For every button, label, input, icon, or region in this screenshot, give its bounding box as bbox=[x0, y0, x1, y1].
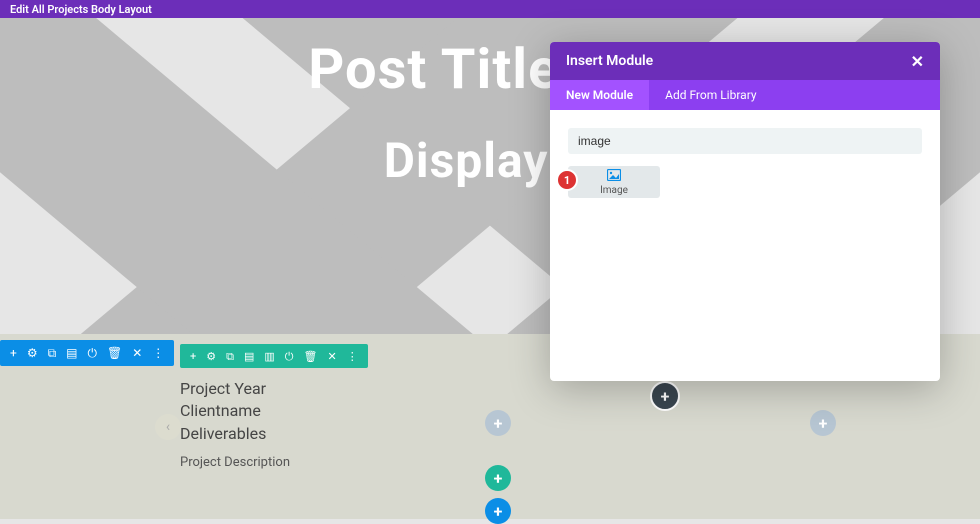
module-search-input[interactable] bbox=[568, 128, 922, 154]
module-result-image[interactable]: 1 Image bbox=[568, 166, 660, 198]
plus-icon: + bbox=[494, 414, 503, 433]
add-icon[interactable]: + bbox=[10, 347, 17, 359]
save-library-icon[interactable]: ▤ bbox=[244, 351, 254, 362]
plus-icon: + bbox=[661, 387, 670, 406]
add-module-button[interactable]: + bbox=[485, 410, 511, 436]
modal-tabs: New Module Add From Library bbox=[550, 80, 940, 110]
duplicate-icon[interactable]: ⧉ bbox=[48, 347, 57, 359]
project-line: Deliverables bbox=[180, 423, 290, 445]
modal-title: Insert Module bbox=[566, 53, 653, 69]
image-icon bbox=[607, 169, 621, 185]
plus-icon: + bbox=[819, 414, 828, 433]
add-row-button[interactable]: + bbox=[485, 465, 511, 491]
delete-icon[interactable]: 🗑 bbox=[304, 351, 318, 362]
duplicate-icon[interactable]: ⧉ bbox=[226, 351, 234, 362]
section-toolbar: + ⚙ ⧉ ▤ ⏻ 🗑 ✕ ⋮ bbox=[0, 340, 174, 366]
top-bar: Edit All Projects Body Layout bbox=[0, 0, 980, 18]
close-icon[interactable]: ✕ bbox=[327, 351, 336, 362]
column-divider-handle[interactable]: ‹ bbox=[155, 414, 181, 440]
columns-icon[interactable]: ▥ bbox=[264, 351, 274, 362]
insert-module-modal: Insert Module ✕ New Module Add From Libr… bbox=[550, 42, 940, 381]
power-icon[interactable]: ⏻ bbox=[285, 351, 294, 362]
close-icon[interactable]: ✕ bbox=[132, 347, 142, 359]
top-bar-title: Edit All Projects Body Layout bbox=[10, 3, 152, 16]
add-section-button[interactable]: + bbox=[485, 498, 511, 524]
add-module-button[interactable]: + bbox=[810, 410, 836, 436]
save-library-icon[interactable]: ▤ bbox=[66, 347, 77, 359]
more-icon[interactable]: ⋮ bbox=[347, 351, 358, 362]
chevron-left-icon: ‹ bbox=[166, 419, 170, 435]
add-icon[interactable]: + bbox=[190, 351, 196, 362]
project-text-module: Project Year Clientname Deliverables Pro… bbox=[180, 378, 290, 470]
add-module-dark-button[interactable]: + bbox=[650, 381, 680, 411]
project-line: Clientname bbox=[180, 400, 290, 422]
project-description: Project Description bbox=[180, 455, 290, 470]
close-icon[interactable]: ✕ bbox=[911, 52, 924, 71]
project-line: Project Year bbox=[180, 378, 290, 400]
annotation-badge: 1 bbox=[556, 169, 578, 191]
tab-add-from-library[interactable]: Add From Library bbox=[649, 80, 772, 110]
plus-icon: + bbox=[494, 502, 503, 521]
delete-icon[interactable]: 🗑 bbox=[107, 347, 122, 359]
more-icon[interactable]: ⋮ bbox=[152, 347, 164, 359]
module-result-label: Image bbox=[600, 185, 628, 196]
settings-icon[interactable]: ⚙ bbox=[206, 351, 216, 362]
plus-icon: + bbox=[494, 469, 503, 488]
modal-header: Insert Module ✕ bbox=[550, 42, 940, 80]
tab-new-module[interactable]: New Module bbox=[550, 80, 649, 110]
settings-icon[interactable]: ⚙ bbox=[27, 347, 38, 359]
power-icon[interactable]: ⏻ bbox=[88, 347, 98, 359]
row-toolbar: + ⚙ ⧉ ▤ ▥ ⏻ 🗑 ✕ ⋮ bbox=[180, 344, 368, 368]
